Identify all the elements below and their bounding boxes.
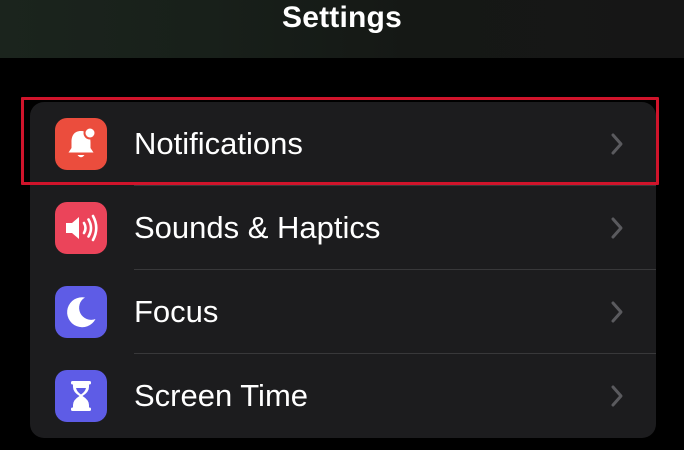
page-title: Settings xyxy=(282,1,402,34)
speaker-wave-icon xyxy=(55,202,107,254)
settings-row-label: Screen Time xyxy=(134,378,309,413)
settings-row-sounds-haptics[interactable]: Sounds & Haptics xyxy=(30,186,656,270)
hourglass-icon xyxy=(55,370,107,422)
chevron-right-icon xyxy=(610,216,624,245)
settings-row-label: Focus xyxy=(134,294,219,329)
settings-row-screen-time[interactable]: Screen Time xyxy=(30,354,656,438)
settings-screen: Settings Notifications Sounds & Haptics … xyxy=(0,0,684,450)
settings-row-focus[interactable]: Focus xyxy=(30,270,656,354)
settings-row-label: Sounds & Haptics xyxy=(134,210,381,245)
chevron-right-icon xyxy=(610,300,624,329)
chevron-right-icon xyxy=(610,384,624,413)
notifications-highlight-box xyxy=(21,97,659,185)
navigation-bar: Settings xyxy=(0,0,684,58)
moon-icon xyxy=(55,286,107,338)
